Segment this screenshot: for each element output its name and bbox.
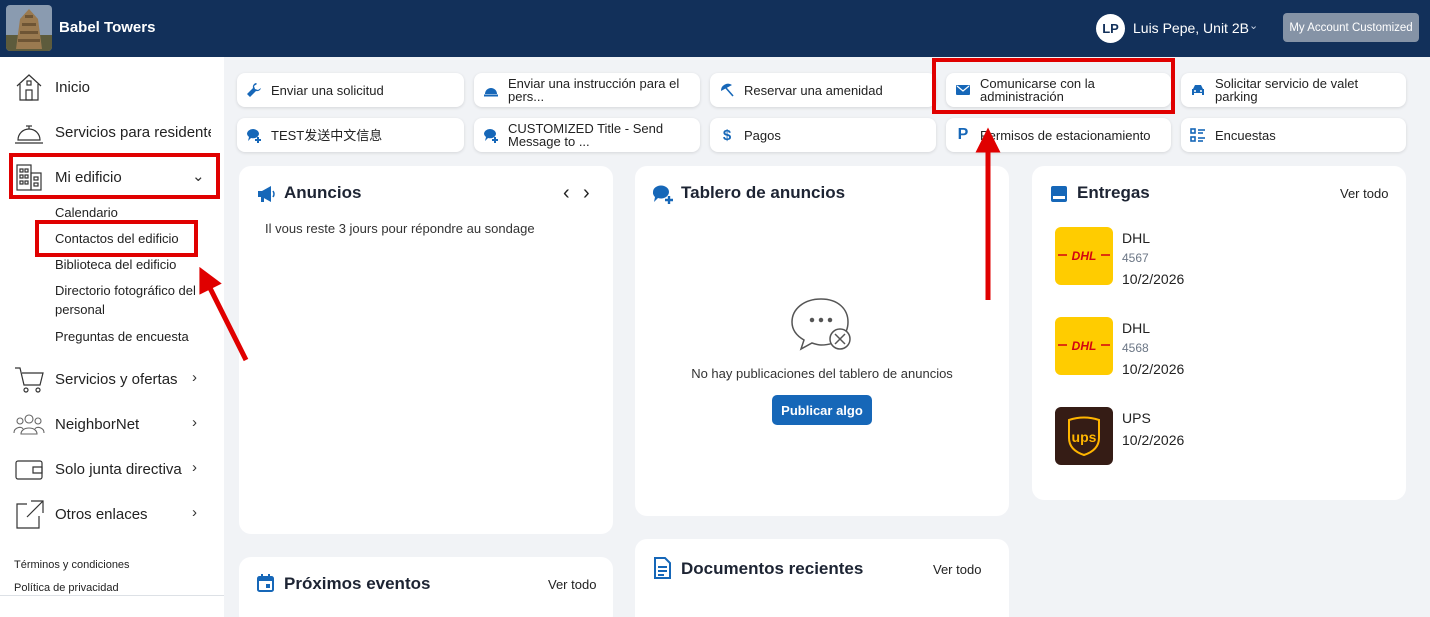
arrow-to-contactos: [199, 266, 249, 362]
annotation-arrows: [199, 127, 1001, 362]
